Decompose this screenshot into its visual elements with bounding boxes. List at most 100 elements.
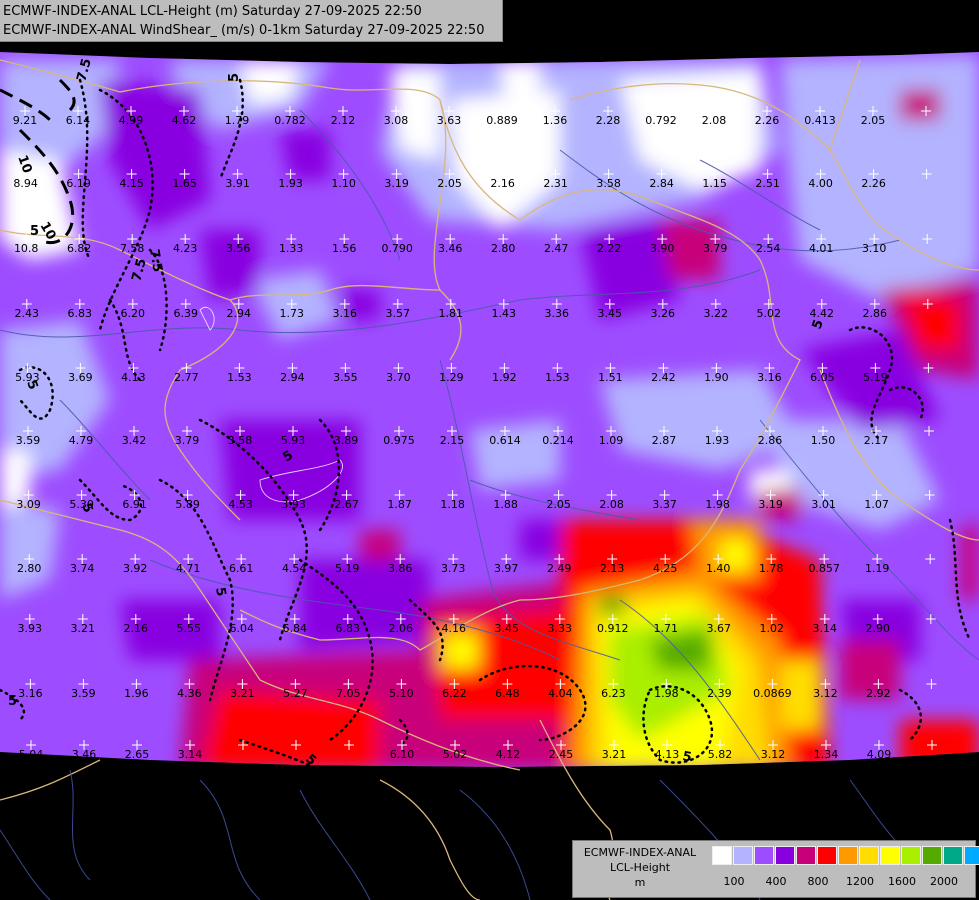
- color-legend: ECMWF-INDEX-ANAL LCL-Height m 100 400 800 1…: [572, 840, 979, 898]
- wind-shear-value: 0.889: [486, 114, 518, 127]
- wind-shear-value: 4.09: [867, 748, 892, 761]
- wind-shear-value: 2.39: [707, 687, 732, 700]
- wind-shear-value: 4.12: [496, 748, 521, 761]
- wind-shear-value: 2.06: [389, 622, 414, 635]
- wind-shear-value: 1.87: [387, 498, 412, 511]
- wind-shear-value: 2.31: [543, 177, 568, 190]
- wind-shear-value: 3.58: [596, 177, 621, 190]
- wind-shear-value: 3.21: [602, 748, 627, 761]
- wind-shear-value: 2.22: [597, 242, 622, 255]
- wind-shear-value: 4.01: [809, 242, 834, 255]
- legend-tick-label: 1200: [846, 875, 874, 888]
- wind-shear-value: 1.07: [864, 498, 889, 511]
- wind-shear-value: 2.84: [649, 177, 674, 190]
- wind-shear-value: 4.42: [810, 307, 835, 320]
- wind-shear-value: 2.86: [758, 434, 783, 447]
- wind-shear-value: 2.94: [280, 371, 305, 384]
- wind-shear-value: 3.93: [18, 622, 43, 635]
- wind-shear-value: 3.79: [703, 242, 728, 255]
- wind-shear-value: 2.94: [227, 307, 252, 320]
- wind-shear-value: 1.43: [492, 307, 517, 320]
- wind-shear-value: 1.65: [172, 177, 197, 190]
- legend-tick-label: 100: [723, 875, 745, 888]
- wind-shear-value: 3.79: [175, 434, 200, 447]
- wind-shear-value: 3.37: [652, 498, 677, 511]
- wind-shear-value: 1.02: [760, 622, 785, 635]
- wind-shear-value: 2.67: [334, 498, 359, 511]
- wind-shear-value: 6.20: [121, 307, 146, 320]
- wind-shear-value: 3.59: [71, 687, 96, 700]
- wind-shear-value: 1.93: [278, 177, 303, 190]
- wind-shear-value: 2.08: [702, 114, 727, 127]
- wind-shear-value: 3.97: [494, 562, 519, 575]
- wind-shear-value: 2.86: [863, 307, 888, 320]
- wind-shear-value: 3.45: [598, 307, 623, 320]
- wind-shear-value: 1.78: [759, 562, 784, 575]
- wind-shear-value: 2.87: [652, 434, 677, 447]
- wind-shear-value: 2.90: [866, 622, 891, 635]
- wind-shear-value: 1.10: [331, 177, 356, 190]
- legend-swatch: [817, 846, 837, 865]
- wind-shear-value: 3.92: [123, 562, 148, 575]
- wind-shear-value: 0.782: [274, 114, 306, 127]
- legend-swatch: [796, 846, 816, 865]
- wind-shear-value: 2.15: [440, 434, 465, 447]
- legend-swatch: [712, 846, 732, 865]
- wind-shear-value: 2.51: [755, 177, 780, 190]
- wind-shear-value: 3.57: [386, 307, 411, 320]
- wind-shear-value: 4.79: [69, 434, 94, 447]
- wind-shear-value: 2.80: [491, 242, 516, 255]
- wind-shear-value: 5.10: [389, 687, 414, 700]
- legend-swatch: [754, 846, 774, 865]
- wind-shear-value: 1.18: [440, 498, 465, 511]
- wind-shear-value: 1.98: [654, 687, 679, 700]
- wind-shear-value: 6.10: [390, 748, 415, 761]
- wind-shear-value: 3.12: [813, 687, 838, 700]
- wind-shear-value: 6.22: [442, 687, 467, 700]
- wind-shear-value: 2.17: [864, 434, 889, 447]
- wind-shear-value: 2.54: [756, 242, 781, 255]
- legend-swatches: [712, 846, 979, 865]
- wind-shear-value: 4.25: [653, 562, 678, 575]
- map-title-box: ECMWF-INDEX-ANAL LCL-Height (m) Saturday…: [0, 0, 503, 42]
- wind-shear-value: 2.13: [600, 562, 625, 575]
- wind-shear-value: 3.16: [757, 371, 782, 384]
- wind-shear-value: 1.96: [124, 687, 149, 700]
- legend-title-source: ECMWF-INDEX-ANAL: [583, 846, 697, 859]
- wind-shear-value: 1.93: [705, 434, 730, 447]
- wind-shear-value: 1.53: [227, 371, 252, 384]
- wind-shear-value: 3.67: [707, 622, 732, 635]
- legend-tick-label: 800: [807, 875, 829, 888]
- legend-tick-label: 400: [765, 875, 787, 888]
- legend-unit: m: [634, 876, 646, 889]
- wind-shear-value: 3.89: [334, 434, 359, 447]
- wind-shear-value: 1.36: [543, 114, 568, 127]
- wind-shear-value: 1.56: [332, 242, 357, 255]
- legend-ticks: 100 400 800 1200 1600 2000: [712, 875, 972, 889]
- wind-shear-value: 3.01: [811, 498, 836, 511]
- wind-shear-value: 1.40: [706, 562, 731, 575]
- wind-shear-value: 6.61: [229, 562, 254, 575]
- wind-shear-value: 4.99: [119, 114, 144, 127]
- wind-shear-value: 3.12: [761, 748, 786, 761]
- wind-shear-value: 5.02: [757, 307, 782, 320]
- wind-shear-value: 3.46: [438, 242, 463, 255]
- wind-shear-value: 6.83: [336, 622, 361, 635]
- wind-shear-value: 7.58: [120, 242, 145, 255]
- wind-shear-value: 3.90: [650, 242, 675, 255]
- wind-shear-value: 3.63: [437, 114, 462, 127]
- wind-shear-value: 4.16: [442, 622, 467, 635]
- wind-shear-value: 7.05: [336, 687, 361, 700]
- wind-shear-value: 5.02: [443, 748, 468, 761]
- wind-shear-value: 3.14: [178, 748, 203, 761]
- wind-shear-value: 5.04: [19, 748, 44, 761]
- wind-shear-value: 4.36: [177, 687, 202, 700]
- wind-shear-value: 3.21: [71, 622, 96, 635]
- wind-shear-value: 3.19: [384, 177, 409, 190]
- legend-swatch: [964, 846, 979, 865]
- wind-shear-value: 3.46: [72, 748, 97, 761]
- wind-shear-value: 3.14: [813, 622, 838, 635]
- legend-swatch: [922, 846, 942, 865]
- wind-shear-value: 1.34: [814, 748, 839, 761]
- wind-shear-value: 0.614: [489, 434, 521, 447]
